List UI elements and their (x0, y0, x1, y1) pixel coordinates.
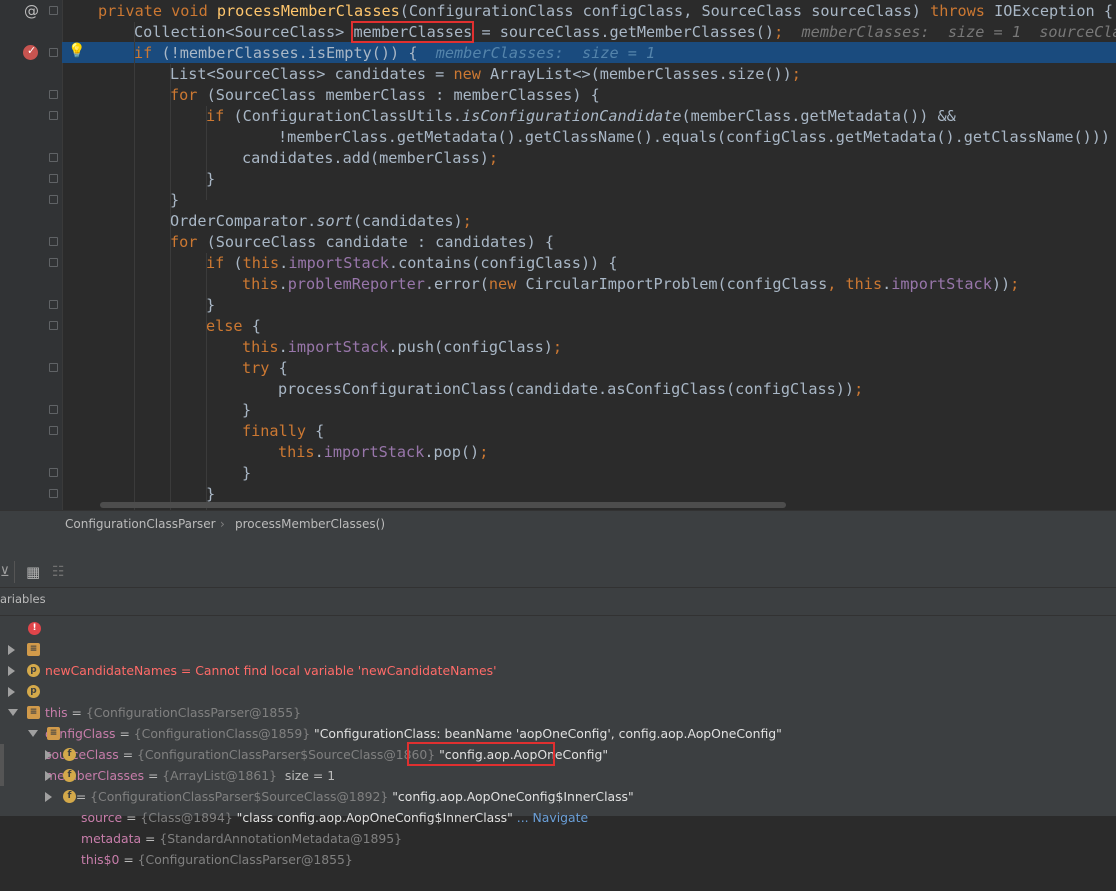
fold-toggle-icon[interactable] (49, 321, 58, 330)
field-icon: ≡ (47, 727, 60, 740)
fold-toggle-icon[interactable] (49, 111, 58, 120)
table-view-icon[interactable]: ▦ (26, 563, 40, 581)
variable-row[interactable]: ≡ 0 = {ConfigurationClassParser$SourceCl… (28, 723, 1028, 804)
code-line-19[interactable]: processConfigurationClass(candidate.asCo… (278, 379, 1116, 400)
code-line-12[interactable]: for (SourceClass candidate : candidates)… (170, 232, 1116, 253)
fold-toggle-icon[interactable] (49, 174, 58, 183)
fold-toggle-icon[interactable] (49, 258, 58, 267)
expand-arrow-icon[interactable] (45, 792, 52, 802)
fold-toggle-icon[interactable] (49, 6, 58, 15)
override-marker-icon[interactable]: @ (24, 2, 39, 20)
field-icon: ≡ (27, 706, 40, 719)
expand-arrow-icon[interactable] (45, 771, 52, 781)
variable-row[interactable]: ≡ memberClasses = {ArrayList@1861} size … (8, 702, 1008, 783)
code-line-14[interactable]: this.problemReporter.error(new CircularI… (242, 274, 1116, 295)
navigate-link[interactable]: ... Navigate (513, 810, 588, 825)
indent-guide (134, 22, 135, 510)
expand-arrow-icon[interactable] (8, 666, 15, 676)
fold-toggle-icon[interactable] (49, 405, 58, 414)
code-line-16[interactable]: else { (206, 316, 1116, 337)
collapse-arrow-icon[interactable] (8, 709, 18, 716)
filter-icon[interactable]: ⊻ (0, 565, 10, 580)
code-line-22[interactable]: this.importStack.pop(); (278, 442, 1116, 463)
variable-row[interactable]: ≡ this = {ConfigurationClassParser@1855} (8, 639, 708, 720)
variable-row[interactable]: f metadata = {StandardAnnotationMetadata… (45, 765, 1045, 846)
final-field-icon: f (63, 769, 76, 782)
code-line-17[interactable]: this.importStack.push(configClass); (242, 337, 1116, 358)
collapse-arrow-icon[interactable] (28, 730, 38, 737)
code-line-3[interactable]: if (!memberClasses.isEmpty()) { memberCl… (134, 43, 1116, 64)
inline-debug-hint: memberClasses: size = 1 sourceClass (801, 23, 1116, 41)
variables-tab[interactable]: ariables (0, 592, 46, 606)
code-line-15[interactable]: } (206, 295, 1116, 316)
code-line-20[interactable]: } (242, 400, 1116, 421)
breadcrumb: ConfigurationClassParser › processMember… (0, 510, 1116, 537)
fold-toggle-icon[interactable] (49, 426, 58, 435)
panel-scroll-marker (0, 744, 4, 786)
code-line-21[interactable]: finally { (242, 421, 1116, 442)
code-line-9[interactable]: } (206, 169, 1116, 190)
breadcrumb-separator: › (220, 517, 225, 531)
parameter-icon: p (27, 664, 40, 677)
final-field-icon: f (63, 748, 76, 761)
code-line-5[interactable]: for (SourceClass memberClass : memberCla… (170, 85, 1116, 106)
code-line-23[interactable]: } (242, 463, 1116, 484)
code-line-2[interactable]: Collection<SourceClass> memberClasses = … (134, 21, 1116, 43)
code-line-11[interactable]: OrderComparator.sort(candidates); (170, 211, 1116, 232)
final-field-icon: f (63, 790, 76, 803)
code-editor[interactable]: @ ✓ 💡 private void processMemberClasses(… (0, 0, 1116, 510)
fold-toggle-icon[interactable] (49, 90, 58, 99)
code-line-10[interactable]: } (170, 190, 1116, 211)
field-icon: ≡ (27, 643, 40, 656)
code-line-8[interactable]: candidates.add(memberClass); (242, 148, 1116, 169)
fold-toggle-icon[interactable] (49, 48, 58, 57)
layout-icon[interactable]: ☷ (52, 564, 65, 580)
variable-row[interactable]: p sourceClass = {ConfigurationClassParse… (8, 681, 1008, 762)
debugger-panel: ⊻ ▦ ☷ ariables ! newCandidateNames = Can… (0, 537, 1116, 867)
fold-toggle-icon[interactable] (49, 237, 58, 246)
debugger-toolbar: ⊻ ▦ ☷ (0, 559, 1116, 588)
breadcrumb-method[interactable]: processMemberClasses() (235, 517, 385, 531)
fold-toggle-icon[interactable] (49, 363, 58, 372)
editor-gutter[interactable]: @ ✓ (0, 0, 63, 510)
inner-class-highlight (407, 742, 555, 766)
fold-toggle-icon[interactable] (49, 195, 58, 204)
variable-row[interactable]: f this$0 = {ConfigurationClassParser@185… (45, 786, 1045, 867)
fold-toggle-icon[interactable] (49, 300, 58, 309)
intention-bulb-icon[interactable]: 💡 (68, 43, 85, 59)
fold-toggle-icon[interactable] (49, 153, 58, 162)
member-classes-highlight: memberClasses (351, 21, 475, 43)
code-line-6[interactable]: if (ConfigurationClassUtils.isConfigurat… (206, 106, 1116, 127)
expand-arrow-icon[interactable] (8, 687, 15, 697)
inline-debug-hint: memberClasses: size = 1 (435, 44, 656, 62)
breakpoint-check-icon: ✓ (27, 44, 37, 57)
code-line-4[interactable]: List<SourceClass> candidates = new Array… (170, 64, 1116, 85)
breadcrumb-class[interactable]: ConfigurationClassParser (65, 517, 216, 531)
indent-guide (170, 64, 171, 510)
code-line-7[interactable]: !memberClass.getMetadata().getClassName(… (278, 127, 1116, 148)
error-icon: ! (28, 622, 41, 635)
variable-row[interactable]: ! newCandidateNames = Cannot find local … (28, 618, 497, 678)
fold-toggle-icon[interactable] (49, 489, 58, 498)
variables-divider (0, 615, 1116, 616)
expand-arrow-icon[interactable] (8, 645, 15, 655)
horizontal-scrollbar[interactable] (100, 502, 786, 508)
fold-toggle-icon[interactable] (49, 468, 58, 477)
indent-guide (206, 253, 207, 510)
expand-arrow-icon[interactable] (45, 750, 52, 760)
parameter-icon: p (27, 685, 40, 698)
variable-row[interactable]: p configClass = {ConfigurationClass@1859… (8, 660, 1008, 741)
code-line-1[interactable]: private void processMemberClasses(Config… (98, 1, 1116, 22)
toolbar-divider (14, 561, 15, 583)
code-line-13[interactable]: if (this.importStack.contains(configClas… (206, 253, 1116, 274)
code-line-18[interactable]: try { (242, 358, 1116, 379)
